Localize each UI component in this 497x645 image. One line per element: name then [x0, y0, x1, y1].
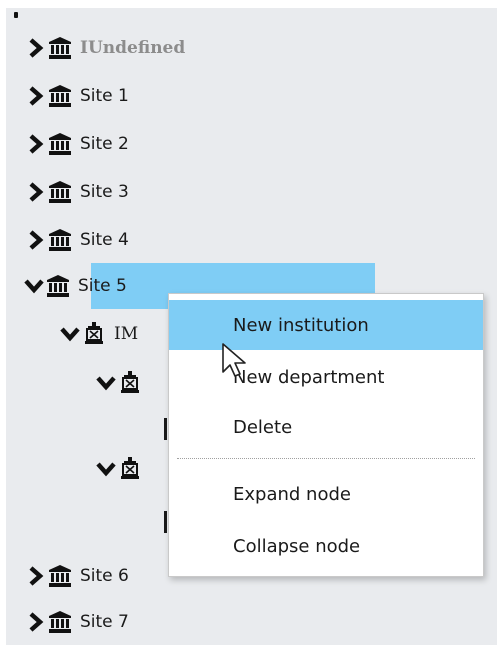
chevron-down-icon[interactable] [96, 459, 116, 479]
tree-item-label: Site 4 [80, 230, 129, 250]
department-icon [118, 371, 142, 395]
tree-item-site-6[interactable]: Site 6 [26, 553, 129, 599]
menu-separator [177, 458, 475, 459]
tree-leaf-marker [164, 511, 167, 533]
chevron-right-icon[interactable] [26, 38, 46, 58]
menu-item-new-institution[interactable]: New institution [169, 300, 483, 350]
tree-item-site-7[interactable]: Site 7 [26, 599, 129, 645]
institution-icon [48, 564, 72, 588]
tree-item-site-4[interactable]: Site 4 [26, 217, 129, 263]
chevron-right-icon[interactable] [26, 182, 46, 202]
chevron-right-icon[interactable] [26, 612, 46, 632]
institution-icon [48, 610, 72, 634]
chevron-right-icon[interactable] [26, 86, 46, 106]
tree-item-site-5[interactable]: Site 5 [24, 263, 127, 309]
chevron-right-icon[interactable] [26, 566, 46, 586]
institution-icon [48, 132, 72, 156]
mouse-cursor-icon [220, 342, 250, 380]
tree-item-subdepartment[interactable] [96, 360, 150, 406]
menu-item-new-department[interactable]: New department [169, 352, 483, 402]
institution-icon [46, 274, 70, 298]
tree-item-label: Site 5 [78, 276, 127, 296]
department-icon [118, 457, 142, 481]
tree-item-site-3[interactable]: Site 3 [26, 169, 129, 215]
tree-item-label: IM [114, 324, 139, 344]
tree-item-label: Site 2 [80, 134, 129, 154]
chevron-right-icon[interactable] [26, 134, 46, 154]
tree-leaf-marker [164, 418, 167, 440]
tree-item-iundefined[interactable]: IUndefined [26, 25, 185, 71]
institution-icon [48, 84, 72, 108]
tree-item-label: Site 6 [80, 566, 129, 586]
institution-icon [48, 228, 72, 252]
scroll-indicator [14, 12, 18, 18]
chevron-down-icon[interactable] [60, 324, 80, 344]
tree-item-label: Site 1 [80, 86, 129, 106]
tree-item-site-2[interactable]: Site 2 [26, 121, 129, 167]
institution-icon [48, 36, 72, 60]
chevron-right-icon[interactable] [26, 230, 46, 250]
menu-item-delete[interactable]: Delete [169, 402, 483, 452]
chevron-down-icon[interactable] [96, 373, 116, 393]
tree-item-site-1[interactable]: Site 1 [26, 73, 129, 119]
department-icon [82, 322, 106, 346]
context-menu: New institution New department Delete Ex… [168, 293, 484, 577]
tree-item-label: Site 3 [80, 182, 129, 202]
tree-item-subdepartment[interactable] [96, 446, 150, 492]
menu-item-expand-node[interactable]: Expand node [169, 469, 483, 519]
chevron-down-icon[interactable] [24, 276, 44, 296]
tree-item-label: Site 7 [80, 612, 129, 632]
tree-item-label: IUndefined [80, 38, 186, 58]
institution-icon [48, 180, 72, 204]
tree-item-department[interactable]: IM [60, 311, 138, 357]
menu-item-collapse-node[interactable]: Collapse node [169, 521, 483, 571]
